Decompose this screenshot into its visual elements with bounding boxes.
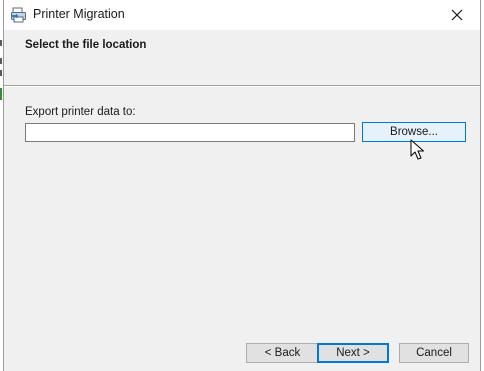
header-separator [4, 85, 480, 87]
close-icon [451, 9, 463, 21]
export-label: Export printer data to: [25, 106, 136, 118]
back-button[interactable]: < Back [246, 343, 319, 363]
cancel-button[interactable]: Cancel [399, 343, 469, 363]
next-button[interactable]: Next > [317, 343, 389, 363]
wizard-header: Select the file location [4, 30, 480, 85]
title-bar[interactable]: Printer Migration [4, 0, 480, 30]
printer-migration-icon [10, 6, 28, 24]
page-title: Select the file location [25, 39, 147, 51]
mouse-cursor-icon [410, 139, 424, 160]
background-window-edge [0, 40, 2, 46]
window-title: Printer Migration [33, 7, 125, 21]
export-path-input[interactable] [25, 123, 355, 142]
background-window-edge [0, 70, 2, 76]
printer-migration-dialog: Printer Migration Select the file locati… [3, 0, 481, 371]
background-window-edge [0, 58, 2, 64]
close-button[interactable] [434, 0, 480, 30]
background-window-edge [0, 88, 2, 100]
